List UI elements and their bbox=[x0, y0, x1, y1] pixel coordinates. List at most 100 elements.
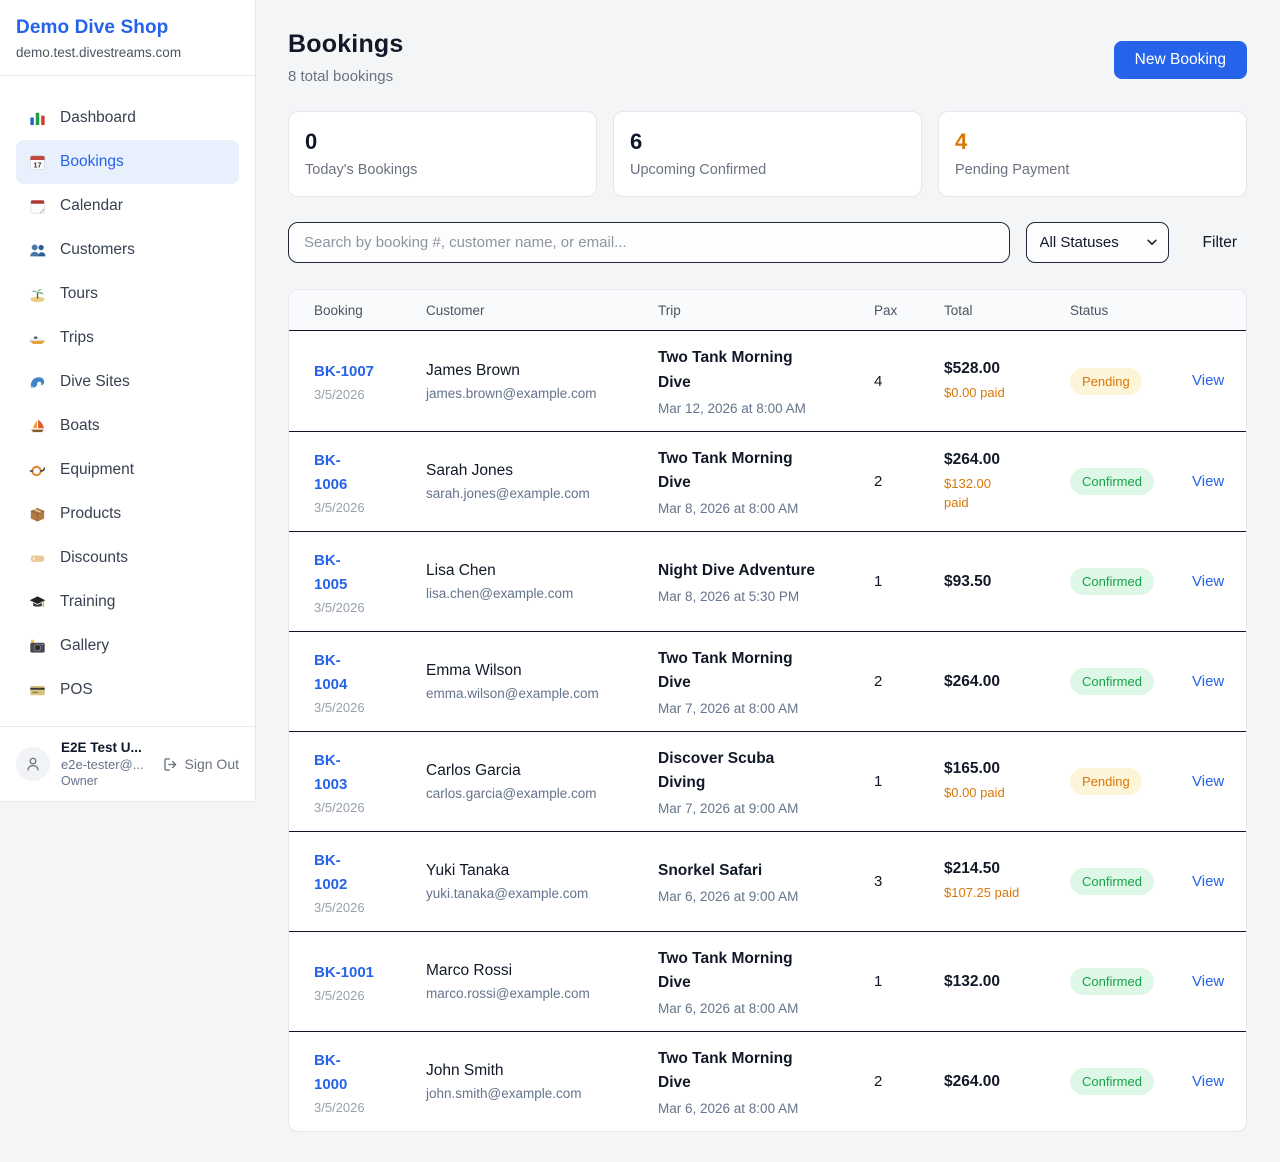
view-link[interactable]: View bbox=[1192, 773, 1224, 790]
sidebar-item-gallery[interactable]: Gallery bbox=[16, 624, 239, 668]
booking-number-link[interactable]: BK- 1005 bbox=[314, 549, 347, 597]
sidebar-item-label: Training bbox=[60, 593, 115, 611]
status-badge: Pending bbox=[1070, 368, 1142, 395]
user-meta: E2E Test U... e2e-tester@... Owner bbox=[61, 740, 151, 788]
booking-cell: BK- 1005 3/5/2026 bbox=[314, 535, 426, 629]
booking-number-link[interactable]: BK- 1000 bbox=[314, 1049, 347, 1097]
customer-cell: Yuki Tanaka yuki.tanaka@example.com bbox=[426, 848, 658, 915]
trip-name: Two Tank Morning Dive bbox=[658, 647, 862, 695]
package-icon bbox=[28, 505, 47, 524]
sidebar-item-discounts[interactable]: Discounts bbox=[16, 536, 239, 580]
filter-button[interactable]: Filter bbox=[1193, 228, 1247, 258]
sidebar: Demo Dive Shop demo.test.divestreams.com… bbox=[0, 0, 256, 802]
stat-card-todays-bookings: 0 Today's Bookings bbox=[288, 111, 597, 197]
page-title: Bookings bbox=[288, 30, 404, 59]
actions-cell: View bbox=[1192, 559, 1236, 605]
trip-name: Two Tank Morning Dive bbox=[658, 947, 862, 995]
user-box: E2E Test U... e2e-tester@... Owner Sign … bbox=[0, 726, 255, 801]
total-cell: $264.00 $132.00 paid bbox=[944, 437, 1070, 527]
customer-name: Yuki Tanaka bbox=[426, 862, 646, 880]
page-subtitle: 8 total bookings bbox=[288, 68, 404, 85]
table-row: BK- 1005 3/5/2026 Lisa Chen lisa.chen@ex… bbox=[289, 531, 1246, 631]
person-icon bbox=[24, 755, 42, 773]
status-badge: Confirmed bbox=[1070, 868, 1154, 895]
column-header-pax: Pax bbox=[874, 303, 944, 318]
customer-cell: Marco Rossi marco.rossi@example.com bbox=[426, 948, 658, 1015]
sailboat-icon bbox=[28, 417, 47, 436]
booking-number-link[interactable]: BK- 1003 bbox=[314, 749, 347, 797]
sidebar-item-bookings[interactable]: 17Bookings bbox=[16, 140, 239, 184]
booking-number-link[interactable]: BK- 1002 bbox=[314, 849, 347, 897]
customer-name: Carlos Garcia bbox=[426, 762, 646, 780]
sidebar-item-products[interactable]: Products bbox=[16, 492, 239, 536]
sidebar-item-dive-sites[interactable]: Dive Sites bbox=[16, 360, 239, 404]
people-icon bbox=[28, 241, 47, 260]
sidebar-item-pos[interactable]: POS bbox=[16, 668, 239, 712]
stat-label: Pending Payment bbox=[955, 162, 1230, 178]
table-row: BK- 1006 3/5/2026 Sarah Jones sarah.jone… bbox=[289, 431, 1246, 531]
sign-out-label: Sign Out bbox=[185, 756, 239, 772]
booking-cell: BK-1001 3/5/2026 bbox=[314, 947, 426, 1017]
customer-email: marco.rossi@example.com bbox=[426, 986, 646, 1001]
total-amount: $264.00 bbox=[944, 1073, 1058, 1091]
booking-cell: BK-1007 3/5/2026 bbox=[314, 346, 426, 416]
sidebar-item-equipment[interactable]: Equipment bbox=[16, 448, 239, 492]
filter-row: All Statuses Filter bbox=[288, 222, 1247, 263]
status-cell: Pending bbox=[1070, 754, 1192, 809]
view-link[interactable]: View bbox=[1192, 473, 1224, 490]
total-cell: $264.00 bbox=[944, 1059, 1070, 1105]
sidebar-item-label: Dashboard bbox=[60, 109, 136, 127]
main-content: Bookings 8 total bookings New Booking 0 … bbox=[256, 0, 1280, 1162]
sidebar-item-boats[interactable]: Boats bbox=[16, 404, 239, 448]
customer-email: yuki.tanaka@example.com bbox=[426, 886, 646, 901]
customer-name: Sarah Jones bbox=[426, 462, 646, 480]
status-filter-select[interactable]: All Statuses bbox=[1026, 222, 1169, 263]
sidebar-item-calendar[interactable]: Calendar bbox=[16, 184, 239, 228]
sidebar-item-customers[interactable]: Customers bbox=[16, 228, 239, 272]
view-link[interactable]: View bbox=[1192, 573, 1224, 590]
total-amount: $214.50 bbox=[944, 860, 1058, 878]
brand-name: Demo Dive Shop bbox=[16, 17, 239, 39]
booking-number-link[interactable]: BK- 1004 bbox=[314, 649, 347, 697]
booking-date: 3/5/2026 bbox=[314, 600, 414, 615]
status-badge: Pending bbox=[1070, 768, 1142, 795]
sidebar-item-label: Trips bbox=[60, 329, 94, 347]
sign-out-button[interactable]: Sign Out bbox=[162, 756, 239, 773]
search-input[interactable] bbox=[288, 222, 1010, 263]
trip-datetime: Mar 12, 2026 at 8:00 AM bbox=[658, 401, 862, 416]
total-amount: $264.00 bbox=[944, 673, 1058, 691]
column-header-status: Status bbox=[1070, 303, 1192, 318]
sidebar-item-tours[interactable]: Tours bbox=[16, 272, 239, 316]
view-link[interactable]: View bbox=[1192, 1073, 1224, 1090]
speedboat-icon bbox=[28, 329, 47, 348]
label-tag-icon bbox=[28, 549, 47, 568]
booking-number-link[interactable]: BK- 1006 bbox=[314, 449, 347, 497]
trip-datetime: Mar 7, 2026 at 9:00 AM bbox=[658, 801, 862, 816]
stat-label: Upcoming Confirmed bbox=[630, 162, 905, 178]
customer-cell: Sarah Jones sarah.jones@example.com bbox=[426, 448, 658, 515]
trip-name: Two Tank Morning Dive bbox=[658, 346, 862, 394]
view-link[interactable]: View bbox=[1192, 973, 1224, 990]
sidebar-item-label: Dive Sites bbox=[60, 373, 130, 391]
total-cell: $528.00 $0.00 paid bbox=[944, 346, 1070, 417]
view-link[interactable]: View bbox=[1192, 673, 1224, 690]
new-booking-button[interactable]: New Booking bbox=[1114, 41, 1247, 79]
sidebar-item-trips[interactable]: Trips bbox=[16, 316, 239, 360]
trip-cell: Discover Scuba Diving Mar 7, 2026 at 9:0… bbox=[658, 733, 874, 830]
trip-cell: Two Tank Morning Dive Mar 6, 2026 at 8:0… bbox=[658, 933, 874, 1030]
paid-amount: $0.00 paid bbox=[944, 783, 1058, 803]
booking-number-link[interactable]: BK-1007 bbox=[314, 360, 374, 384]
sidebar-item-training[interactable]: Training bbox=[16, 580, 239, 624]
actions-cell: View bbox=[1192, 659, 1236, 705]
actions-cell: View bbox=[1192, 358, 1236, 404]
trip-datetime: Mar 8, 2026 at 5:30 PM bbox=[658, 589, 862, 604]
view-link[interactable]: View bbox=[1192, 873, 1224, 890]
bar-chart-icon bbox=[28, 109, 47, 128]
status-cell: Confirmed bbox=[1070, 654, 1192, 709]
booking-date: 3/5/2026 bbox=[314, 1100, 414, 1115]
booking-number-link[interactable]: BK-1001 bbox=[314, 961, 374, 985]
status-badge: Confirmed bbox=[1070, 968, 1154, 995]
status-badge: Confirmed bbox=[1070, 568, 1154, 595]
view-link[interactable]: View bbox=[1192, 372, 1224, 389]
sidebar-item-dashboard[interactable]: Dashboard bbox=[16, 96, 239, 140]
